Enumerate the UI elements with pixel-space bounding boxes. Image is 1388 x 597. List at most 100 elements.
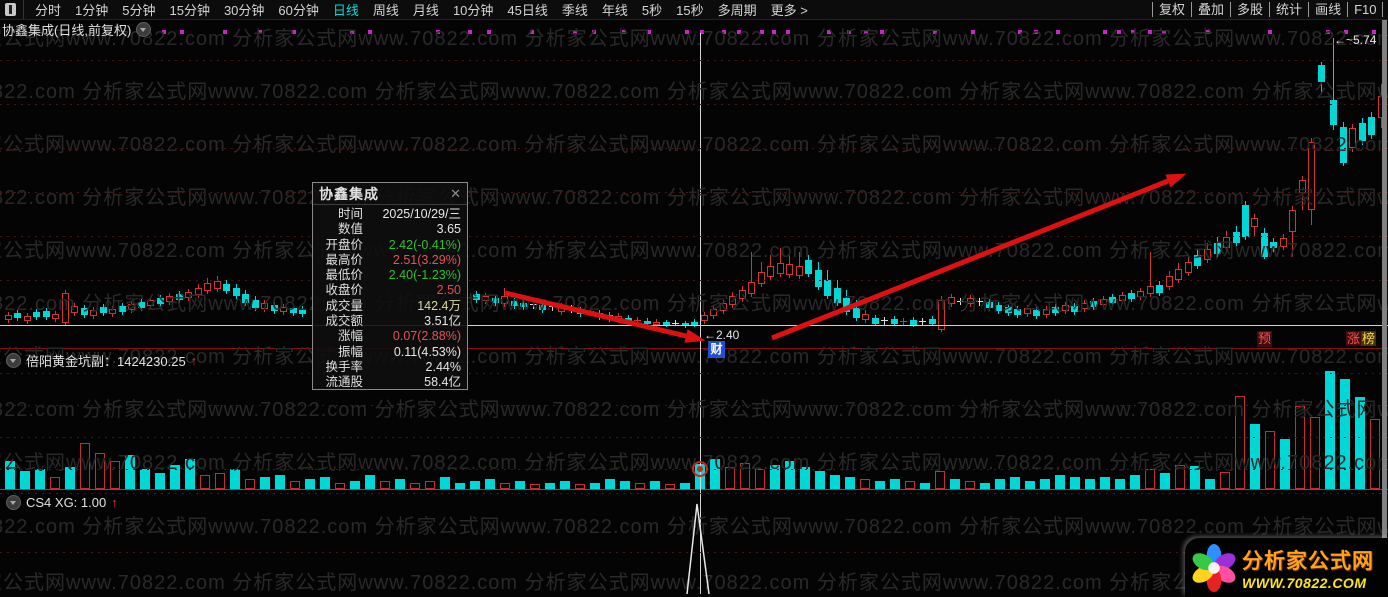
volume-bar [950, 479, 960, 489]
chevron-down-icon[interactable] [136, 22, 152, 37]
gridline [0, 373, 1388, 374]
menu-item-F10[interactable]: F10 [1347, 2, 1382, 17]
menu-item-叠加[interactable]: 叠加 [1191, 2, 1230, 17]
menu-item-复权[interactable]: 复权 [1152, 2, 1191, 17]
field-label: 涨幅 [337, 329, 363, 344]
candle [615, 316, 622, 320]
volume-bar [320, 477, 330, 489]
menu-item-季线[interactable]: 季线 [555, 0, 595, 19]
volume-bar [560, 481, 570, 489]
volume-bar [485, 479, 495, 489]
menu-item-5分钟[interactable]: 5分钟 [115, 0, 162, 19]
volume-bar [575, 484, 585, 489]
zhang-char: 涨 [1346, 331, 1362, 346]
menu-item-45日线[interactable]: 45日线 [500, 0, 554, 19]
volume-bar [425, 481, 435, 489]
volume-signal-marker [692, 461, 708, 477]
volume-bar [350, 481, 360, 489]
field-label: 时间 [337, 207, 363, 221]
chevron-down-icon[interactable] [6, 353, 21, 368]
volume-bar [1160, 473, 1170, 489]
menu-item-15秒[interactable]: 15秒 [669, 0, 710, 19]
volume-bar [1010, 477, 1020, 489]
menu-item-更多 >[interactable]: 更多 > [764, 0, 815, 19]
volume-bar [860, 479, 870, 489]
volume-bar [455, 483, 465, 489]
volume-bar [530, 484, 540, 489]
menu-item-60分钟[interactable]: 60分钟 [271, 0, 325, 19]
volume-bar [650, 481, 660, 489]
candle [929, 319, 936, 324]
candle [24, 316, 31, 321]
menu-item-日线[interactable]: 日线 [326, 0, 366, 19]
field-value: 2.44% [425, 359, 461, 374]
window-icon[interactable] [5, 3, 16, 16]
candle [891, 319, 898, 324]
menu-item-30分钟[interactable]: 30分钟 [217, 0, 271, 19]
field-label: 成交额 [325, 314, 363, 329]
vertical-scrollbar[interactable] [1382, 19, 1387, 597]
cai-signal-badge: 财 [708, 341, 725, 358]
volume-bar [1115, 479, 1125, 489]
candle [1251, 218, 1258, 227]
menu-item-多股[interactable]: 多股 [1230, 2, 1269, 17]
volume-bar [875, 481, 885, 489]
menu-item-15分钟[interactable]: 15分钟 [162, 0, 216, 19]
up-arrow-icon: ↑ [190, 353, 198, 368]
volume-bar [665, 484, 675, 489]
popup-row-最低价: 最低价 2.40(-1.23%) [317, 268, 461, 283]
volume-bar [500, 483, 510, 489]
field-value: 58.4亿 [424, 375, 461, 390]
menu-item-统计[interactable]: 统计 [1269, 2, 1308, 17]
chevron-down-icon[interactable] [6, 495, 21, 510]
price-level-line [0, 325, 1388, 326]
candle [1166, 276, 1173, 287]
menu-item-年线[interactable]: 年线 [595, 0, 635, 19]
popup-row-换手率: 换手率 2.44% [317, 360, 461, 375]
watermark-row: 分析家公式网www.70822.com 分析家公式网www.70822.com … [0, 293, 1388, 315]
gridline [0, 280, 1388, 281]
candle-doji-tick [919, 321, 926, 322]
volume-bar [680, 483, 690, 489]
candle [1289, 210, 1296, 232]
menu-item-多周期[interactable]: 多周期 [711, 0, 764, 19]
close-icon[interactable]: ✕ [450, 186, 461, 202]
candle [815, 270, 822, 287]
up-arrow-icon: ↑ [111, 495, 118, 510]
popup-title-bar[interactable]: 协鑫集成 ✕ [313, 183, 467, 205]
crosshair-price-label: ←2.40 [704, 328, 740, 342]
volume-bar [1040, 479, 1050, 489]
menu-item-10分钟[interactable]: 10分钟 [446, 0, 500, 19]
volume-bar [1130, 475, 1140, 489]
watermark-row: 分析家公式网www.70822.com 分析家公式网www.70822.com … [0, 187, 1388, 209]
zhangbang-signal-badge: 涨榜 [1346, 331, 1377, 347]
menu-item-1分钟[interactable]: 1分钟 [68, 0, 115, 19]
field-label: 最低价 [325, 268, 363, 283]
volume-bar [1055, 475, 1065, 489]
popup-field-list: 时间 2025/10/29/三 数值 3.65 开盘价 2.42(-0.41%) 最高价 2.… [313, 205, 467, 391]
menu-item-画线[interactable]: 画线 [1308, 2, 1347, 17]
volume-bar [605, 479, 615, 489]
bang-char: 榜 [1361, 331, 1377, 346]
popup-row-时间: 时间 2025/10/29/三 [317, 207, 461, 222]
volume-bar [635, 483, 645, 489]
menu-item-分时[interactable]: 分时 [28, 0, 68, 19]
candle [796, 266, 803, 276]
menu-item-5秒[interactable]: 5秒 [635, 0, 669, 19]
volume-bar [1070, 477, 1080, 489]
volume-bar [470, 481, 480, 489]
menu-item-周线[interactable]: 周线 [366, 0, 406, 19]
menu-item-标记[interactable]: 标记 [1382, 2, 1388, 17]
candle [758, 272, 765, 284]
volume-bar [980, 483, 990, 489]
volume-bar [215, 473, 225, 489]
volume-bar [1085, 479, 1095, 489]
candle-wick [884, 317, 885, 325]
menu-item-月线[interactable]: 月线 [406, 0, 446, 19]
field-label: 振幅 [337, 344, 363, 359]
volume-bar [50, 477, 60, 489]
volume-bar [380, 481, 390, 489]
site-logo: 分析家公式网 WWW.70822.COM [1185, 538, 1388, 597]
candle [872, 318, 879, 324]
app-window: 分时 1分钟 5分钟 15分钟 30分钟 60分钟 日线 周线 月线 10分钟 45日线 季线 年线 5秒… [0, 0, 1388, 597]
